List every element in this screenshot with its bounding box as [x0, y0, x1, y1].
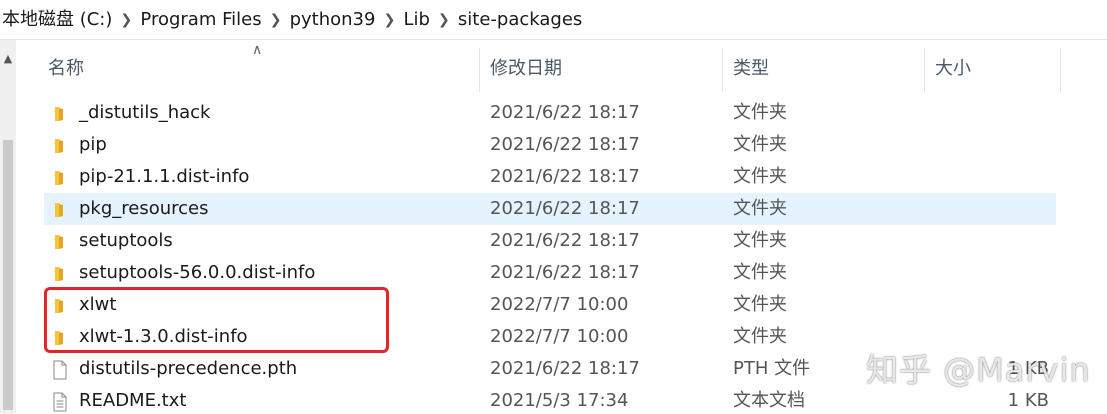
breadcrumb-program-files[interactable]: Program Files — [138, 0, 263, 40]
file-size: 1 KB — [1007, 390, 1049, 411]
text-file-icon — [50, 391, 70, 412]
file-row[interactable]: pip 2021/6/22 18:17 文件夹 — [44, 129, 1056, 161]
file-row[interactable]: xlwt 2022/7/7 10:00 文件夹 — [44, 289, 1056, 321]
file-date: 2021/6/22 18:17 — [490, 134, 640, 155]
file-name: setuptools-56.0.0.dist-info — [79, 262, 316, 283]
column-divider[interactable] — [1060, 48, 1061, 92]
file-date: 2021/6/22 18:17 — [490, 102, 640, 123]
file-date: 2021/6/22 18:17 — [490, 230, 640, 251]
file-type: 文本文档 — [733, 390, 805, 411]
breadcrumb-python39[interactable]: python39 — [288, 0, 378, 40]
file-row[interactable]: xlwt-1.3.0.dist-info 2022/7/7 10:00 文件夹 — [44, 321, 1056, 353]
file-row[interactable]: _distutils_hack 2021/6/22 18:17 文件夹 — [44, 97, 1056, 129]
file-type: 文件夹 — [733, 166, 787, 187]
file-name: _distutils_hack — [79, 102, 211, 123]
file-name: pip — [79, 134, 107, 155]
file-date: 2021/5/3 17:34 — [490, 390, 629, 411]
breadcrumb-site-packages[interactable]: site-packages — [456, 0, 584, 40]
file-list: _distutils_hack 2021/6/22 18:17 文件夹 pip 2021… — [44, 97, 1056, 414]
file-name: distutils-precedence.pth — [79, 358, 298, 379]
folder-icon — [50, 199, 70, 219]
scroll-up-arrow-icon[interactable]: ▲ — [0, 52, 16, 66]
file-date: 2021/6/22 18:17 — [490, 166, 640, 187]
address-bar[interactable]: 本地磁盘 (C:) ❯ Program Files ❯ python39 ❯ L… — [0, 0, 1107, 40]
column-type[interactable]: 类型 — [733, 57, 769, 81]
scrollbar-thumb[interactable] — [3, 140, 13, 410]
file-type: 文件夹 — [733, 102, 787, 123]
file-date: 2021/6/22 18:17 — [490, 358, 640, 379]
chevron-right-icon[interactable]: ❯ — [114, 12, 138, 28]
file-date: 2021/6/22 18:17 — [490, 198, 640, 219]
file-type: 文件夹 — [733, 198, 787, 219]
file-type: 文件夹 — [733, 294, 787, 315]
column-name[interactable]: 名称 — [48, 57, 84, 81]
file-row[interactable]: setuptools 2021/6/22 18:17 文件夹 — [44, 225, 1056, 257]
breadcrumb-drive[interactable]: 本地磁盘 (C:) — [0, 0, 114, 40]
file-date: 2022/7/7 10:00 — [490, 294, 629, 315]
chevron-right-icon[interactable]: ❯ — [432, 12, 456, 28]
file-date: 2022/7/7 10:00 — [490, 326, 629, 347]
folder-icon — [50, 327, 70, 347]
sort-ascending-icon: ∧ — [252, 42, 263, 58]
vertical-scrollbar[interactable]: ▲ — [0, 40, 16, 414]
column-size[interactable]: 大小 — [935, 57, 971, 81]
file-name: xlwt — [79, 294, 117, 315]
file-name: xlwt-1.3.0.dist-info — [79, 326, 248, 347]
file-name: pip-21.1.1.dist-info — [79, 166, 250, 187]
folder-icon — [50, 135, 70, 155]
file-type: 文件夹 — [733, 230, 787, 251]
column-header: ∧ 名称 修改日期 类型 大小 — [16, 40, 1107, 98]
chevron-right-icon[interactable]: ❯ — [377, 12, 401, 28]
column-divider[interactable] — [479, 48, 480, 92]
file-name: setuptools — [79, 230, 173, 251]
folder-icon — [50, 167, 70, 187]
file-icon — [50, 359, 70, 380]
folder-icon — [50, 295, 70, 315]
file-row[interactable]: pip-21.1.1.dist-info 2021/6/22 18:17 文件夹 — [44, 161, 1056, 193]
file-row[interactable]: distutils-precedence.pth 2021/6/22 18:17 P… — [44, 353, 1056, 385]
file-name: README.txt — [79, 390, 187, 411]
folder-icon — [50, 263, 70, 283]
chevron-right-icon[interactable]: ❯ — [264, 12, 288, 28]
file-size: 1 KB — [1007, 358, 1049, 379]
breadcrumb-lib[interactable]: Lib — [401, 0, 431, 40]
file-type: 文件夹 — [733, 134, 787, 155]
file-type: 文件夹 — [733, 262, 787, 283]
folder-icon — [50, 103, 70, 123]
file-name: pkg_resources — [79, 198, 209, 219]
column-divider[interactable] — [924, 48, 925, 92]
file-type: 文件夹 — [733, 326, 787, 347]
file-row[interactable]: setuptools-56.0.0.dist-info 2021/6/22 18:… — [44, 257, 1056, 289]
column-date[interactable]: 修改日期 — [490, 57, 562, 81]
file-date: 2021/6/22 18:17 — [490, 262, 640, 283]
file-row[interactable]: README.txt 2021/5/3 17:34 文本文档 1 KB — [44, 385, 1056, 414]
file-type: PTH 文件 — [733, 358, 811, 379]
file-row[interactable]: pkg_resources 2021/6/22 18:17 文件夹 — [44, 193, 1056, 225]
column-divider[interactable] — [722, 48, 723, 92]
file-explorer-window: 本地磁盘 (C:) ❯ Program Files ❯ python39 ❯ L… — [0, 0, 1107, 414]
folder-icon — [50, 231, 70, 251]
